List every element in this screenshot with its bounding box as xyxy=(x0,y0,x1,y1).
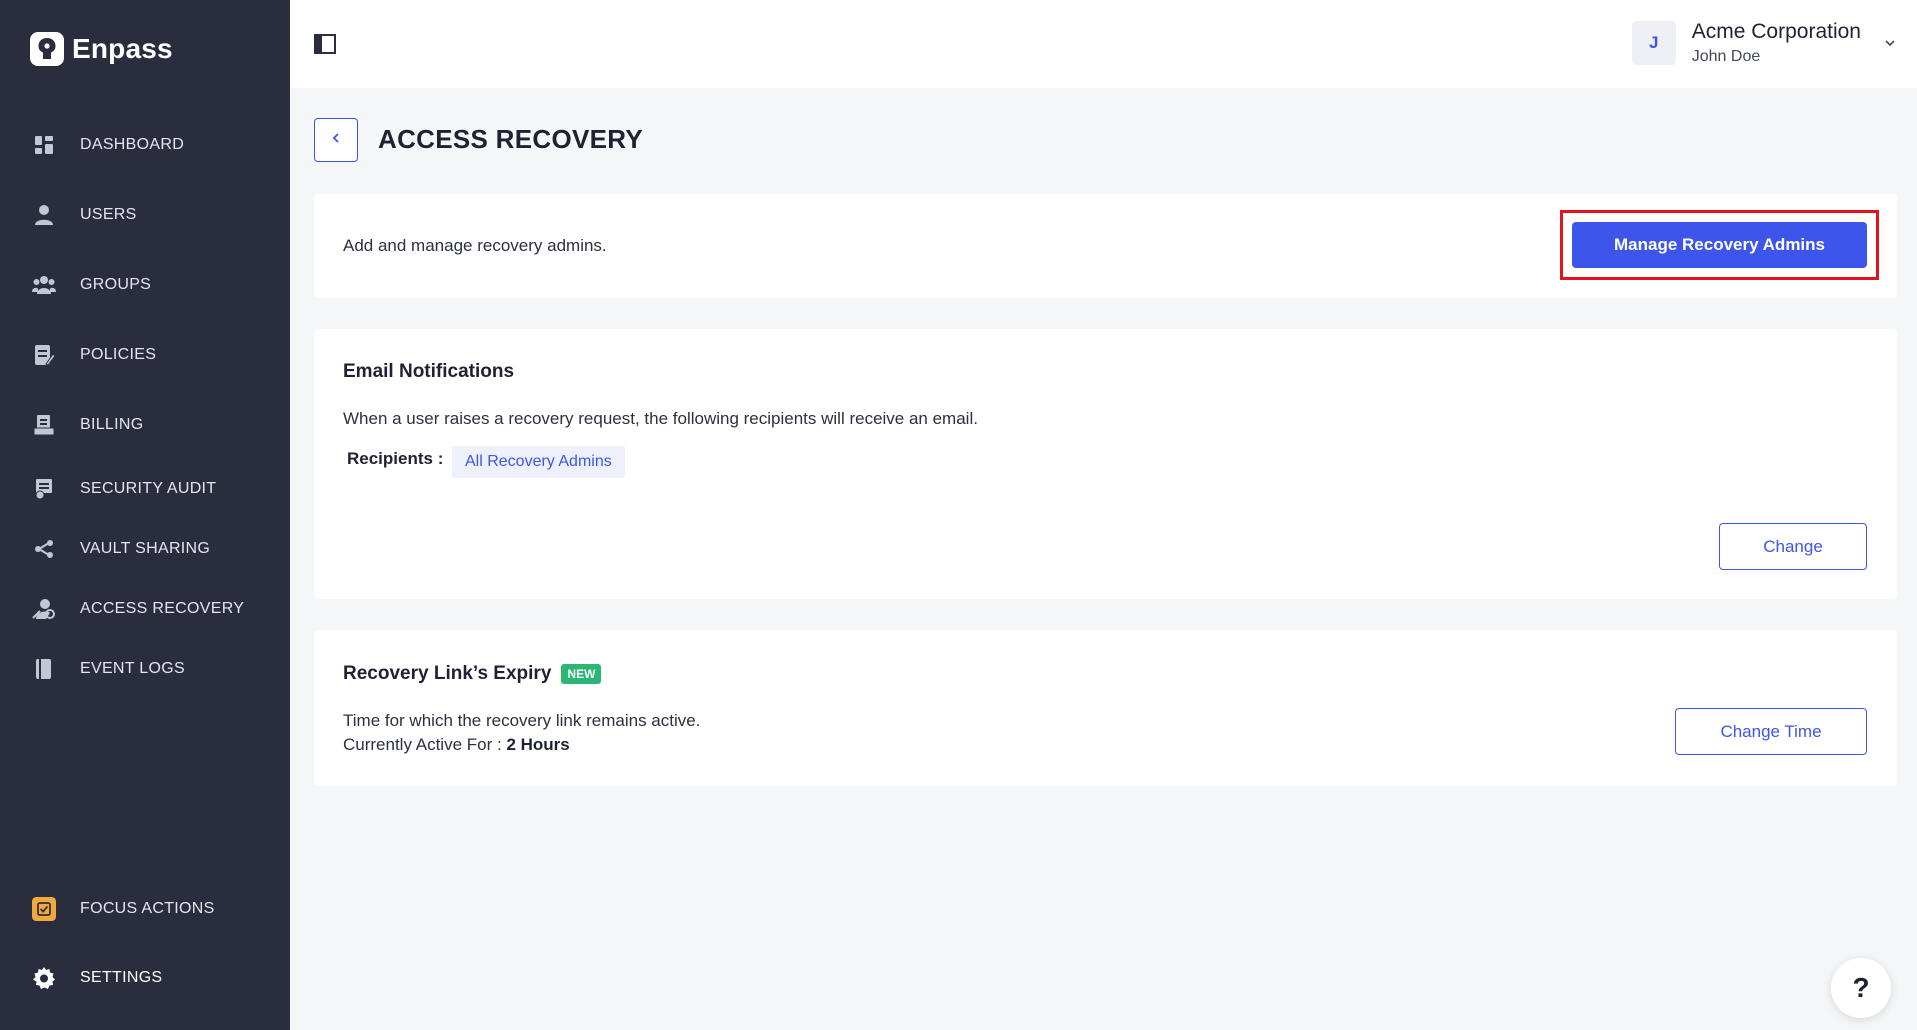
event-logs-icon xyxy=(32,657,56,681)
billing-icon xyxy=(32,413,56,437)
sidebar-item-label: SECURITY AUDIT xyxy=(80,480,217,497)
manage-recovery-admins-button[interactable]: Manage Recovery Admins xyxy=(1572,222,1867,268)
sidebar-item-vault-sharing[interactable]: VAULT SHARING xyxy=(0,527,290,571)
sidebar-item-access-recovery[interactable]: ACCESS RECOVERY xyxy=(0,587,290,631)
chevron-down-icon[interactable] xyxy=(1883,36,1897,50)
sidebar-item-label: USERS xyxy=(80,206,137,223)
avatar: J xyxy=(1631,21,1676,65)
new-badge: NEW xyxy=(561,664,602,684)
sidebar-item-label: VAULT SHARING xyxy=(80,540,211,557)
sidebar-item-label: GROUPS xyxy=(80,276,152,293)
sidebar-item-label: SETTINGS xyxy=(80,969,163,986)
sidebar-item-label: DASHBOARD xyxy=(80,136,185,153)
groups-icon xyxy=(32,273,56,297)
recovery-link-expiry-description: Time for which the recovery link remains… xyxy=(343,711,701,730)
back-button[interactable] xyxy=(314,118,358,162)
share-icon xyxy=(32,537,56,561)
org-info: Acme Corporation John Doe xyxy=(1692,20,1861,66)
sidebar-toggle-icon[interactable] xyxy=(314,34,336,54)
sidebar-item-users[interactable]: USERS xyxy=(0,193,290,237)
recovery-link-expiry-card: Recovery Link’s Expiry NEW Time for whic… xyxy=(314,630,1897,786)
help-button[interactable]: ? xyxy=(1831,958,1891,1018)
recovery-admins-description: Add and manage recovery admins. xyxy=(343,236,607,255)
email-notifications-description: When a user raises a recovery request, t… xyxy=(343,409,978,428)
sidebar-item-label: ACCESS RECOVERY xyxy=(80,600,245,617)
sidebar-item-focus-actions[interactable]: FOCUS ACTIONS xyxy=(0,887,290,931)
enpass-logo[interactable]: Enpass xyxy=(30,32,173,66)
dashboard-icon xyxy=(32,133,56,157)
brand-name: Enpass xyxy=(72,33,173,64)
recipients-label: Recipients : xyxy=(347,449,444,468)
chevron-left-icon xyxy=(330,131,342,149)
sidebar-item-label: EVENT LOGS xyxy=(80,660,185,677)
recovery-link-expiry-title: Recovery Link’s Expiry xyxy=(343,663,552,684)
policies-icon xyxy=(32,343,56,367)
recovery-link-expiry-header: Recovery Link’s Expiry NEW xyxy=(343,663,602,685)
org-name: Acme Corporation xyxy=(1691,20,1861,43)
email-notifications-title: Email Notifications xyxy=(343,361,515,382)
sidebar-item-label: POLICIES xyxy=(80,346,157,363)
change-button[interactable]: Change xyxy=(1719,523,1867,570)
page-title: ACCESS RECOVERY xyxy=(378,124,644,154)
top-bar: J Acme Corporation John Doe xyxy=(290,0,1917,88)
sidebar-item-event-logs[interactable]: EVENT LOGS xyxy=(0,647,290,691)
currently-active-label: Currently Active For : xyxy=(343,735,502,754)
highlight-box: Manage Recovery Admins xyxy=(1560,210,1879,280)
enpass-logo-icon xyxy=(30,32,64,66)
sidebar-item-label: FOCUS ACTIONS xyxy=(80,900,215,917)
sidebar-item-security-audit[interactable]: SECURITY AUDIT xyxy=(0,467,290,511)
sidebar-item-dashboard[interactable]: DASHBOARD xyxy=(0,123,290,167)
sidebar-item-policies[interactable]: POLICIES xyxy=(0,333,290,377)
access-recovery-icon xyxy=(32,597,56,621)
security-audit-icon xyxy=(32,477,56,501)
user-name: John Doe xyxy=(1691,48,1761,65)
currently-active-value: 2 Hours xyxy=(506,735,570,754)
sidebar-item-settings[interactable]: SETTINGS xyxy=(0,956,290,1000)
gear-icon xyxy=(32,966,56,990)
recovery-admins-card: Add and manage recovery admins. Manage R… xyxy=(314,194,1897,298)
sidebar-item-groups[interactable]: GROUPS xyxy=(0,263,290,307)
focus-actions-icon xyxy=(32,897,56,921)
change-time-button[interactable]: Change Time xyxy=(1675,708,1867,755)
sidebar-item-label: BILLING xyxy=(80,416,144,433)
recipients-chip: All Recovery Admins xyxy=(452,446,625,478)
org-switcher[interactable]: J Acme Corporation John Doe xyxy=(1631,20,1897,66)
sidebar-item-billing[interactable]: BILLING xyxy=(0,403,290,447)
email-notifications-card: Email Notifications When a user raises a… xyxy=(314,329,1897,599)
user-icon xyxy=(32,203,56,227)
currently-active-for: Currently Active For : 2 Hours xyxy=(343,735,570,755)
sidebar: Enpass DASHBOARD USERS GROUPS POLICIES B… xyxy=(0,0,290,1030)
